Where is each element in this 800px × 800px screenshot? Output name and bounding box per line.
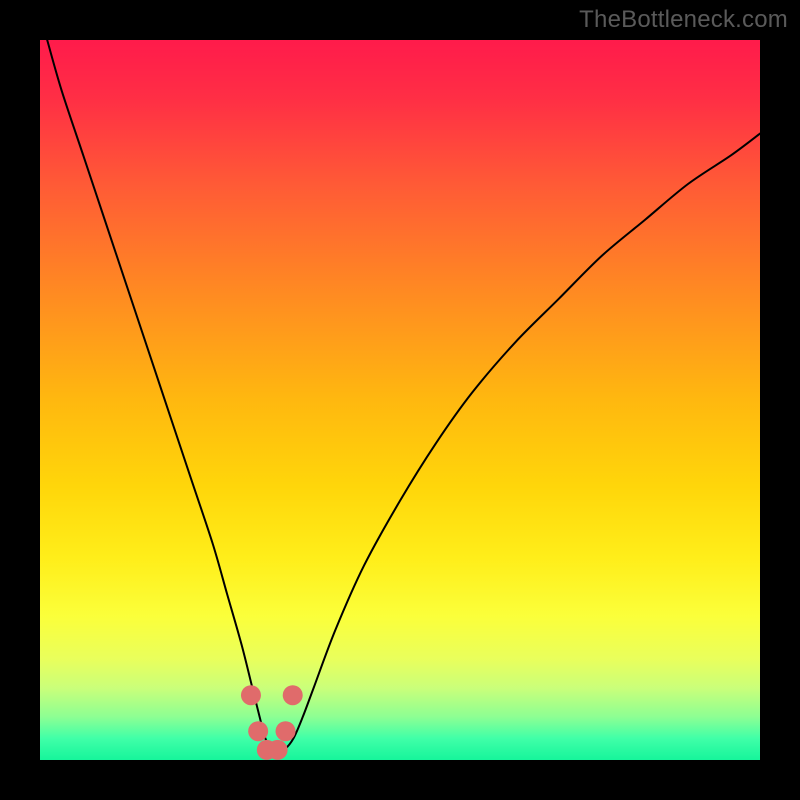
highlight-marker [276,721,296,741]
watermark-text: TheBottleneck.com [579,6,788,34]
plot-area [40,40,760,760]
highlight-marker [241,685,261,705]
highlight-marker [283,685,303,705]
chart-frame: TheBottleneck.com [0,0,800,800]
highlight-marker [248,721,268,741]
highlight-markers [40,40,760,760]
highlight-marker [268,740,288,760]
